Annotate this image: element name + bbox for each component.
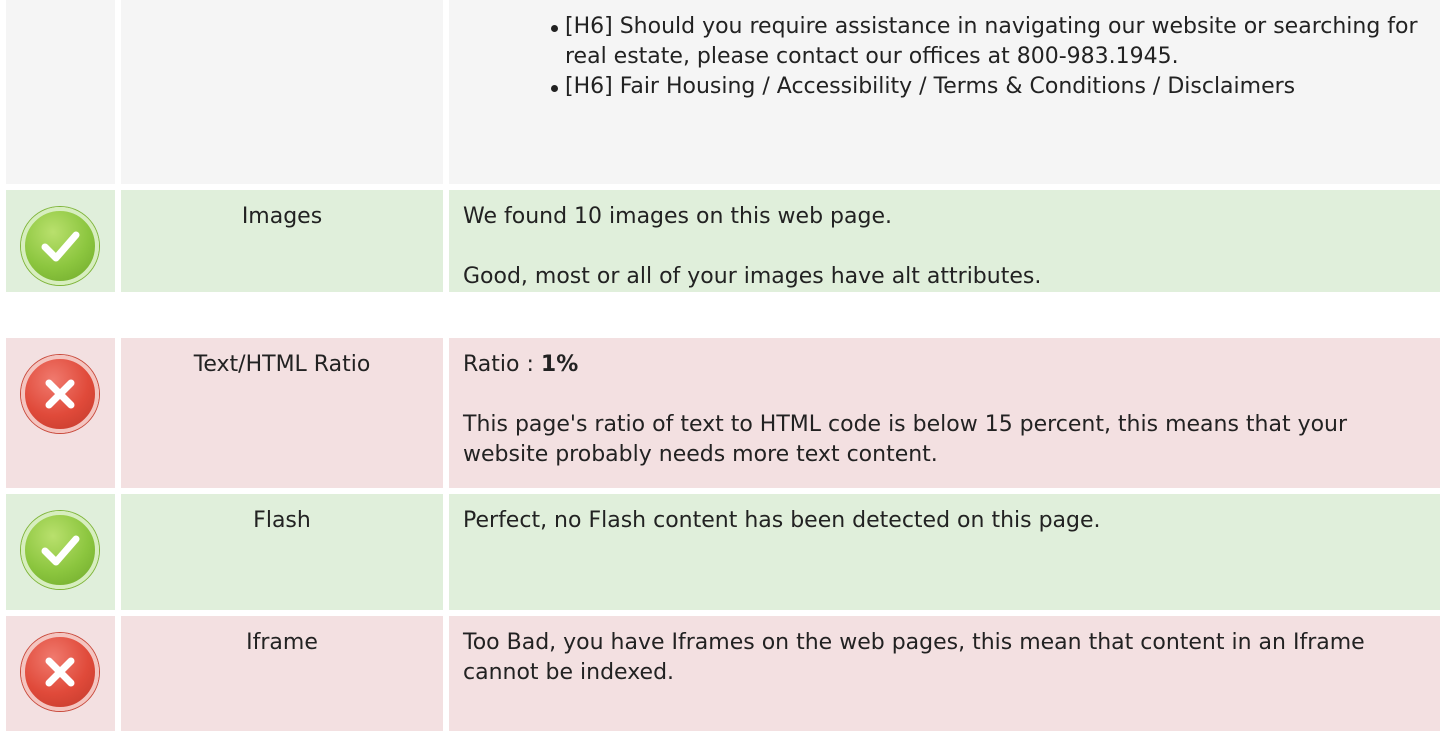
ratio-status-cell xyxy=(6,338,115,488)
iframe-label: Iframe xyxy=(121,616,443,731)
check-icon xyxy=(21,207,99,285)
seo-report: [H6] Should you require assistance in na… xyxy=(0,0,1446,731)
images-count-text: We found 10 images on this web page. xyxy=(463,204,892,229)
headings-row: [H6] Should you require assistance in na… xyxy=(0,0,1446,184)
iframe-text: Too Bad, you have Iframes on the web pag… xyxy=(463,630,1365,685)
ratio-line: Ratio : 1% xyxy=(463,350,1426,380)
headings-icon-cell xyxy=(6,0,115,184)
cross-icon xyxy=(21,355,99,433)
ratio-desc: Ratio : 1% This page's ratio of text to … xyxy=(449,338,1440,488)
images-label: Images xyxy=(121,190,443,292)
flash-label: Flash xyxy=(121,494,443,610)
images-status-cell xyxy=(6,190,115,292)
ratio-explanation: This page's ratio of text to HTML code i… xyxy=(463,412,1348,467)
iframe-desc: Too Bad, you have Iframes on the web pag… xyxy=(449,616,1440,731)
flash-status-cell xyxy=(6,494,115,610)
iframe-row: Iframe Too Bad, you have Iframes on the … xyxy=(0,616,1446,731)
flash-desc: Perfect, no Flash content has been detec… xyxy=(449,494,1440,610)
headings-desc-cell: [H6] Should you require assistance in na… xyxy=(449,0,1440,184)
flash-text: Perfect, no Flash content has been detec… xyxy=(463,508,1101,533)
ratio-label: Text/HTML Ratio xyxy=(121,338,443,488)
images-row: Images We found 10 images on this web pa… xyxy=(0,190,1446,292)
iframe-status-cell xyxy=(6,616,115,731)
text-html-ratio-row: Text/HTML Ratio Ratio : 1% This page's r… xyxy=(0,338,1446,488)
images-alt-text: Good, most or all of your images have al… xyxy=(463,264,1042,289)
images-desc: We found 10 images on this web page. Goo… xyxy=(449,190,1440,292)
list-item: [H6] Fair Housing / Accessibility / Term… xyxy=(551,72,1426,102)
flash-row: Flash Perfect, no Flash content has been… xyxy=(0,494,1446,610)
cross-icon xyxy=(21,633,99,711)
ratio-prefix: Ratio : xyxy=(463,352,541,377)
headings-list: [H6] Should you require assistance in na… xyxy=(463,12,1426,102)
ratio-value: 1% xyxy=(540,352,579,377)
check-icon xyxy=(21,511,99,589)
headings-label-cell xyxy=(121,0,443,184)
list-item: [H6] Should you require assistance in na… xyxy=(551,12,1426,72)
